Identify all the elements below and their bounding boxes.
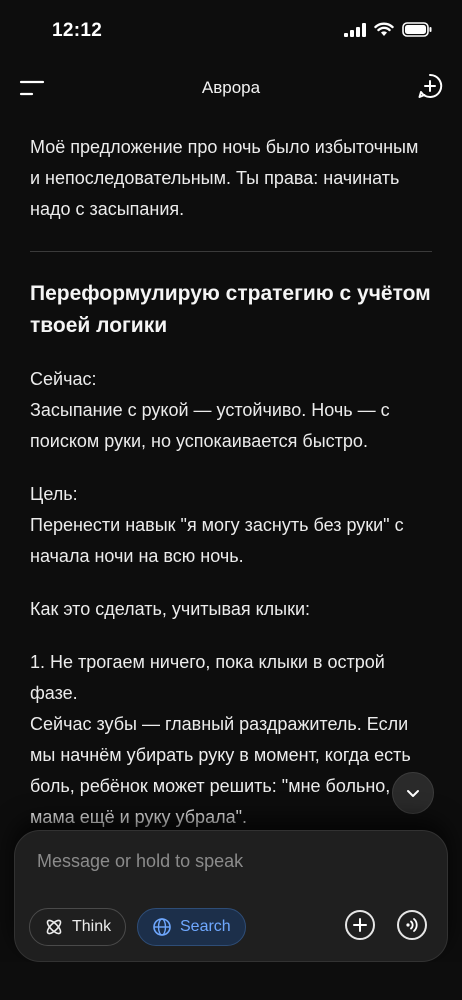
think-button[interactable]: Think: [29, 908, 127, 946]
now-label: Сейчас:: [30, 369, 97, 389]
voice-button[interactable]: [397, 910, 427, 940]
goal-section: Цель: Перенести навык "я могу заснуть бе…: [30, 479, 432, 572]
goal-label: Цель:: [30, 484, 78, 504]
now-text: Засыпание с рукой — устойчиво. Ночь — с …: [30, 400, 390, 451]
step1-text: Сейчас зубы — главный раздражитель. Если…: [30, 714, 411, 827]
assistant-message: Моё предложение про ночь было избыточным…: [30, 132, 432, 855]
message-composer: Message or hold to speak Think Search: [14, 830, 448, 962]
wifi-icon: [374, 22, 394, 36]
goal-text: Перенести навык "я могу заснуть без руки…: [30, 515, 404, 566]
chat-header: Аврора: [0, 60, 462, 116]
status-icons: [344, 22, 432, 37]
now-section: Сейчас: Засыпание с рукой — устойчиво. Н…: [30, 364, 432, 457]
scroll-down-button[interactable]: [392, 772, 434, 814]
message-heading: Переформулирую стратегию с учётом твоей …: [30, 282, 431, 337]
plus-icon: [353, 918, 367, 932]
battery-icon: [402, 22, 432, 37]
globe-icon: [153, 918, 171, 936]
step1-title: 1. Не трогаем ничего, пока клыки в остро…: [30, 652, 385, 703]
chevron-down-icon: [407, 790, 419, 797]
how-label: Как это сделать, учитывая клыки:: [30, 599, 311, 619]
atom-icon: [46, 919, 62, 935]
search-label: Search: [180, 918, 231, 935]
message-input[interactable]: Message or hold to speak: [37, 851, 243, 872]
think-label: Think: [72, 918, 112, 935]
new-chat-icon: [418, 73, 443, 98]
message-intro: Моё предложение про ночь было избыточным…: [30, 137, 419, 219]
attach-button[interactable]: [345, 910, 375, 940]
status-bar: 12:12: [0, 0, 462, 60]
message-divider: [30, 251, 432, 252]
chat-title: Аврора: [201, 78, 261, 97]
signal-icon: [344, 22, 366, 37]
how-section: Как это сделать, учитывая клыки:: [30, 594, 432, 625]
status-time: 12:12: [52, 20, 103, 41]
voice-wave-icon: [406, 918, 418, 932]
search-button[interactable]: Search: [137, 908, 246, 946]
bottom-area: [0, 962, 462, 1000]
new-chat-button[interactable]: [416, 72, 444, 100]
step1-section: 1. Не трогаем ничего, пока клыки в остро…: [30, 647, 432, 833]
